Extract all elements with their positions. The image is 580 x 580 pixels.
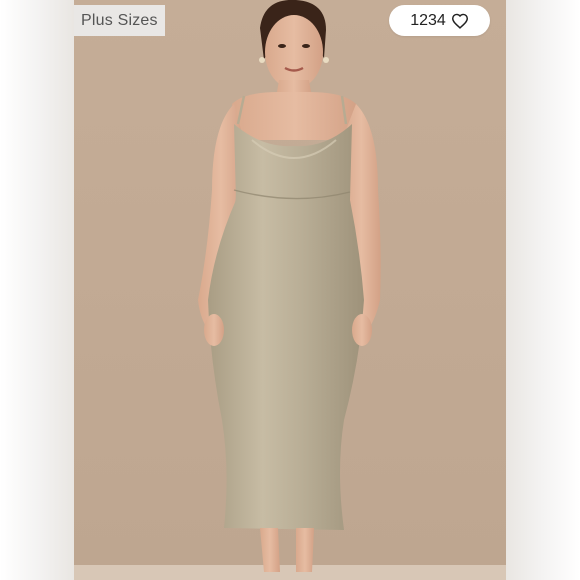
- like-count: 1234: [410, 11, 446, 29]
- like-button[interactable]: 1234: [389, 5, 490, 36]
- floor: [74, 565, 506, 580]
- model-wearing-slip-dress-illustration: [74, 0, 506, 580]
- left-margin: [0, 0, 74, 580]
- shoulders: [232, 92, 358, 140]
- right-hand: [352, 314, 372, 346]
- right-margin: [506, 0, 580, 580]
- earring-left: [259, 57, 265, 63]
- face: [265, 15, 323, 89]
- right-leg: [296, 528, 314, 572]
- right-eye: [302, 44, 310, 48]
- plus-sizes-badge: Plus Sizes: [74, 5, 165, 36]
- product-photo[interactable]: [74, 0, 506, 580]
- earring-right: [323, 57, 329, 63]
- left-hand: [204, 314, 224, 346]
- heart-outline-icon: [451, 13, 468, 29]
- left-eye: [278, 44, 286, 48]
